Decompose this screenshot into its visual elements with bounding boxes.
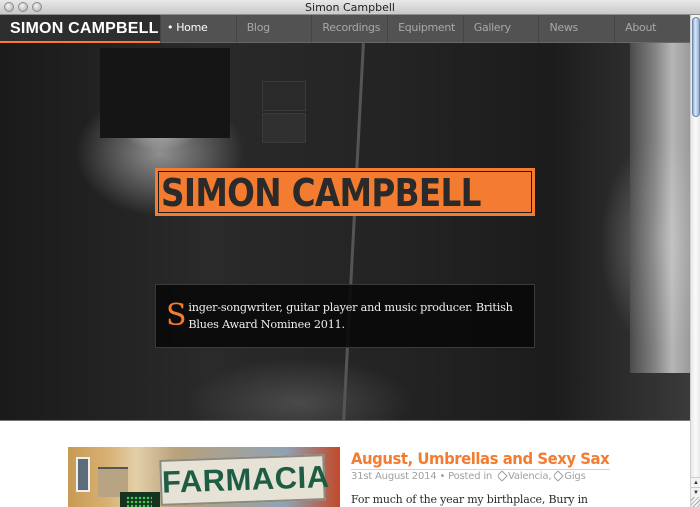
blog-post-preview: FARMACIA August, Umbrellas and Sexy Sax … bbox=[0, 421, 690, 507]
nav-item-blog[interactable]: Blog bbox=[235, 15, 312, 43]
hero-photo-window bbox=[630, 43, 690, 373]
meta-separator: • bbox=[439, 471, 446, 482]
hero-photo-mic-stand bbox=[342, 43, 365, 420]
window-titlebar: Simon Campbell bbox=[0, 0, 700, 15]
post-meta: 31st August 2014 • Posted in Valencia, Gi… bbox=[351, 470, 586, 482]
post-excerpt: For much of the year my birthplace, Bury… bbox=[351, 493, 588, 506]
vertical-scrollbar[interactable]: ▲ ▼ bbox=[690, 15, 700, 507]
scroll-down-arrow-icon[interactable]: ▼ bbox=[691, 487, 700, 497]
category-link-valencia[interactable]: Valencia bbox=[508, 471, 548, 482]
window-title: Simon Campbell bbox=[305, 1, 395, 14]
nav-item-equipment[interactable]: Equipment bbox=[387, 15, 463, 43]
nav-item-gallery[interactable]: Gallery bbox=[462, 15, 539, 43]
scroll-up-arrow-icon[interactable]: ▲ bbox=[691, 477, 700, 487]
hero-photo-background-poster bbox=[100, 48, 230, 138]
nav-item-about[interactable]: About bbox=[614, 15, 690, 43]
category-link-gigs[interactable]: Gigs bbox=[564, 471, 585, 482]
thumbnail-sign: FARMACIA bbox=[159, 454, 330, 506]
site-navigation: SIMON CAMPBELL Home Blog Recordings Equi… bbox=[0, 15, 690, 43]
scrollbar-thumb[interactable] bbox=[692, 17, 700, 117]
thumbnail-pharmacy-cross bbox=[120, 492, 160, 507]
nav-item-recordings[interactable]: Recordings bbox=[311, 15, 388, 43]
hero-title: SIMON CAMPBELL bbox=[161, 171, 481, 215]
hero-banner: SIMON CAMPBELL Singer-songwriter, guitar… bbox=[0, 43, 690, 421]
tagline-dropcap: S bbox=[166, 298, 187, 333]
hero-photo-wall-frame bbox=[262, 113, 306, 143]
hero-title-box: SIMON CAMPBELL bbox=[155, 168, 535, 216]
hero-photo-wall-frame bbox=[262, 81, 306, 111]
post-thumbnail-image[interactable]: FARMACIA bbox=[68, 447, 340, 507]
hero-tagline: Singer-songwriter, guitar player and mus… bbox=[166, 299, 524, 333]
tag-icon bbox=[552, 470, 564, 482]
posted-in-label: Posted in bbox=[448, 471, 493, 482]
tagline-text: inger-songwriter, guitar player and musi… bbox=[188, 301, 513, 331]
post-title-link[interactable]: August, Umbrellas and Sexy Sax bbox=[351, 449, 610, 470]
hero-tagline-box: Singer-songwriter, guitar player and mus… bbox=[155, 284, 535, 348]
resize-grip-icon[interactable] bbox=[691, 497, 700, 507]
nav-item-news[interactable]: News bbox=[538, 15, 615, 43]
thumbnail-building-window bbox=[76, 457, 90, 492]
post-date: 31st August 2014 bbox=[351, 471, 437, 482]
tag-icon bbox=[496, 470, 508, 482]
site-logo-link[interactable]: SIMON CAMPBELL bbox=[0, 15, 160, 43]
nav-item-home[interactable]: Home bbox=[160, 15, 236, 43]
